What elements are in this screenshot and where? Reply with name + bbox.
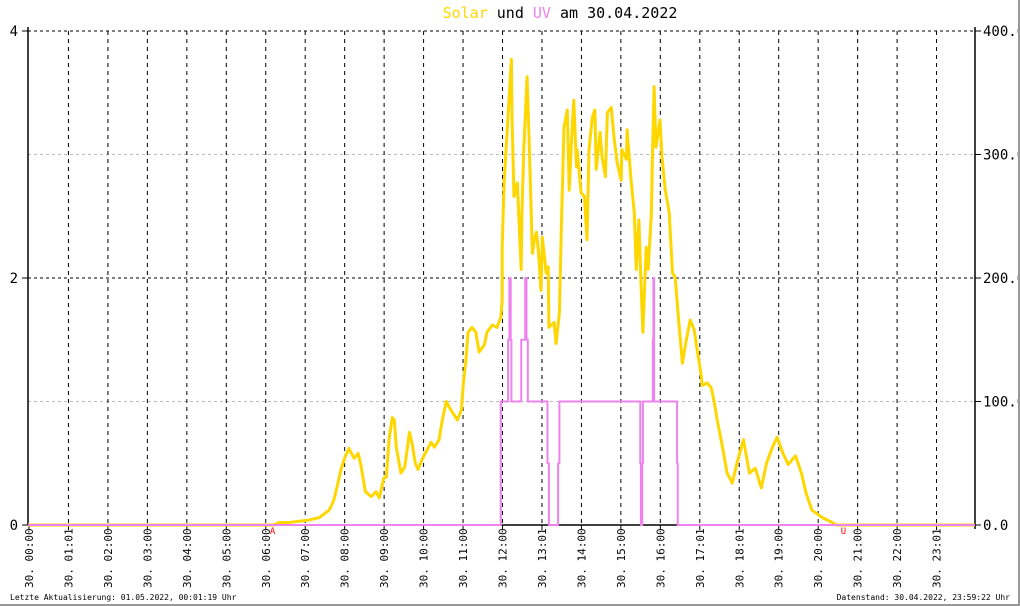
x-axis-tick-label: 30. 00:00 — [23, 528, 36, 588]
right-axis-tick-label: 300.0 — [983, 148, 1020, 164]
x-axis-tick-label: 30. 05:00 — [220, 528, 233, 588]
sun-marker: A — [270, 527, 276, 537]
right-axis-tick-label: 400.0 — [983, 24, 1020, 40]
x-axis-tick-label: 30. 12:00 — [497, 528, 510, 588]
x-axis-tick-label: 30. 04:00 — [181, 528, 194, 588]
x-axis-tick-label: 30. 09:00 — [378, 528, 391, 588]
x-axis-tick-label: 30. 08:00 — [339, 528, 352, 588]
data-state-text: Datenstand: 30.04.2022, 23:59:22 Uhr — [836, 593, 1010, 602]
left-axis-tick-label: 4 — [10, 24, 18, 40]
right-axis-tick-label: 200.0 — [983, 271, 1020, 287]
x-axis-tick-label: 30. 07:00 — [299, 528, 312, 588]
x-axis-tick-label: 30. 01:01 — [62, 528, 75, 588]
x-axis-tick-label: 30. 13:01 — [536, 528, 549, 588]
left-axis-tick-label: 2 — [10, 271, 18, 287]
chart-frame: Solar und UV am 30.04.2022 0.0100.0200.0… — [0, 0, 1020, 606]
x-axis-tick-label: 30. 21:00 — [852, 528, 865, 588]
right-axis-tick-label: 100.0 — [983, 395, 1020, 411]
right-axis-tick-label: 0.0 — [983, 518, 1008, 534]
x-axis-tick-label: 30. 16:00 — [654, 528, 667, 588]
last-update-text: Letzte Aktualisierung: 01.05.2022, 00:01… — [10, 593, 237, 602]
left-axis-tick-label: 0 — [10, 518, 18, 534]
x-axis-tick-label: 30. 10:00 — [418, 528, 431, 588]
x-axis-tick-label: 30. 06:00 — [260, 528, 273, 588]
x-axis-tick-label: 30. 02:00 — [102, 528, 115, 588]
x-axis-tick-label: 30. 23:01 — [931, 528, 944, 588]
x-axis-tick-label: 30. 20:00 — [812, 528, 825, 588]
x-axis-tick-label: 30. 22:00 — [891, 528, 904, 588]
x-axis-tick-label: 30. 19:00 — [773, 528, 786, 588]
x-axis-tick-label: 30. 17:01 — [694, 528, 707, 588]
x-axis-tick-label: 30. 18:01 — [733, 528, 746, 588]
x-axis-tick-label: 30. 11:00 — [457, 528, 470, 588]
chart-svg: 0.0 100.0 200.0 300.0 400.0 0 2 4 30. 00:00 30. 0… — [10, 24, 1020, 588]
x-axis-tick-label: 30. 15:00 — [615, 528, 628, 588]
x-axis-tick-label: 30. 14:00 — [575, 528, 588, 588]
sun-marker: U — [841, 527, 846, 537]
x-axis-tick-label: 30. 03:00 — [141, 528, 154, 588]
